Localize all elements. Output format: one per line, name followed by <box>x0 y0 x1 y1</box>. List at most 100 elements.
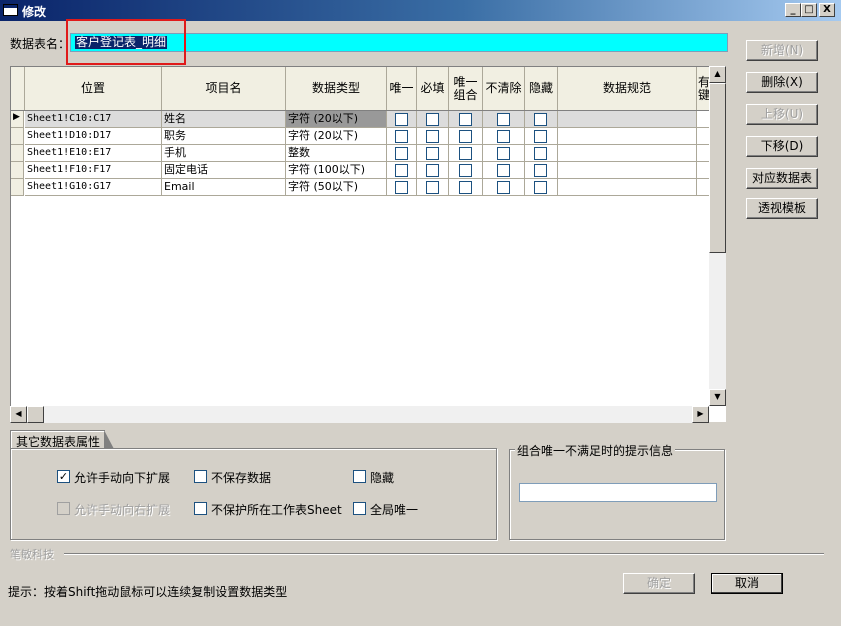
required-checkbox[interactable] <box>426 113 439 126</box>
required-checkbox[interactable] <box>426 147 439 160</box>
scroll-left-icon[interactable]: ◀ <box>10 406 27 423</box>
close-button[interactable]: X <box>819 3 835 17</box>
unique-combo-checkbox[interactable] <box>459 147 472 160</box>
cell-data-spec[interactable] <box>558 128 697 145</box>
table-row[interactable]: Sheet1!D10:D17 职务 字符 (20以下) <box>11 128 711 145</box>
row-header[interactable] <box>11 162 24 179</box>
hidden-checkbox[interactable] <box>534 147 547 160</box>
allow-right-checkbox[interactable] <box>57 502 70 515</box>
table-row[interactable]: Sheet1!E10:E17 手机 整数 <box>11 145 711 162</box>
no-save-label: 不保存数据 <box>211 471 272 485</box>
required-checkbox[interactable] <box>426 164 439 177</box>
cell-position[interactable]: Sheet1!E10:E17 <box>25 145 162 162</box>
cell-item-name[interactable]: 手机 <box>162 145 286 162</box>
combo-msg-input[interactable] <box>519 483 717 502</box>
scroll-right-icon[interactable]: ▶ <box>692 406 709 423</box>
map-table-button[interactable]: 对应数据表 <box>746 168 818 189</box>
table-row[interactable]: Sheet1!G10:G17 Email 字符 (50以下) <box>11 179 711 196</box>
hidden-checkbox[interactable] <box>534 130 547 143</box>
col-no-clear[interactable]: 不清除 <box>483 67 525 110</box>
cell-hidden <box>525 128 558 145</box>
no-clear-checkbox[interactable] <box>497 164 510 177</box>
no-clear-checkbox[interactable] <box>497 147 510 160</box>
fields-grid[interactable]: 位置 项目名 数据类型 唯一 必填 唯一组合 不清除 隐藏 数据规范 有键 ▶ S… <box>10 66 726 422</box>
required-checkbox[interactable] <box>426 181 439 194</box>
col-required[interactable]: 必填 <box>417 67 449 110</box>
grid-vertical-scrollbar[interactable]: ▲ ▼ <box>709 66 726 406</box>
unique-checkbox[interactable] <box>395 181 408 194</box>
hidden-checkbox[interactable] <box>534 113 547 126</box>
cell-position[interactable]: Sheet1!F10:F17 <box>25 162 162 179</box>
cell-item-name[interactable]: 职务 <box>162 128 286 145</box>
global-unique-checkbox[interactable] <box>353 502 366 515</box>
col-data-type[interactable]: 数据类型 <box>286 67 387 110</box>
maximize-button[interactable]: □ <box>801 3 817 17</box>
cell-required <box>417 128 449 145</box>
allow-down-checkbox[interactable]: ✓ <box>57 470 70 483</box>
unique-combo-checkbox[interactable] <box>459 113 472 126</box>
unique-combo-checkbox[interactable] <box>459 181 472 194</box>
no-clear-checkbox[interactable] <box>497 181 510 194</box>
cell-data-type[interactable]: 字符 (20以下) <box>286 111 387 128</box>
pivot-template-button[interactable]: 透视模板 <box>746 198 818 219</box>
col-data-spec[interactable]: 数据规范 <box>558 67 697 110</box>
props-tab[interactable]: 其它数据表属性 <box>10 430 114 449</box>
table-row[interactable]: Sheet1!F10:F17 固定电话 字符 (100以下) <box>11 162 711 179</box>
cell-data-type[interactable]: 字符 (50以下) <box>286 179 387 196</box>
window-title: 修改 <box>22 5 47 19</box>
cell-position[interactable]: Sheet1!G10:G17 <box>25 179 162 196</box>
row-header[interactable] <box>11 128 24 145</box>
vertical-scroll-thumb[interactable] <box>709 83 726 253</box>
required-checkbox[interactable] <box>426 130 439 143</box>
move-down-button[interactable]: 下移(D) <box>746 136 818 157</box>
col-unique-combo[interactable]: 唯一组合 <box>449 67 483 110</box>
cell-data-spec[interactable] <box>558 111 697 128</box>
row-pointer-icon: ▶ <box>13 112 20 122</box>
hidden-checkbox[interactable] <box>534 181 547 194</box>
cell-item-name[interactable]: Email <box>162 179 286 196</box>
col-position[interactable]: 位置 <box>25 67 162 110</box>
col-unique[interactable]: 唯一 <box>387 67 417 110</box>
unique-checkbox[interactable] <box>395 113 408 126</box>
unique-checkbox[interactable] <box>395 147 408 160</box>
cell-data-spec[interactable] <box>558 145 697 162</box>
unique-checkbox[interactable] <box>395 164 408 177</box>
cell-data-spec[interactable] <box>558 179 697 196</box>
delete-button[interactable]: 删除(X) <box>746 72 818 93</box>
cell-data-type[interactable]: 整数 <box>286 145 387 162</box>
cell-position[interactable]: Sheet1!D10:D17 <box>25 128 162 145</box>
grid-horizontal-scrollbar[interactable]: ◀ ▶ <box>10 406 709 423</box>
no-clear-checkbox[interactable] <box>497 113 510 126</box>
row-header[interactable]: ▶ <box>11 111 24 128</box>
unique-checkbox[interactable] <box>395 130 408 143</box>
table-row[interactable]: ▶ Sheet1!C10:C17 姓名 字符 (20以下) <box>11 111 711 128</box>
col-hidden[interactable]: 隐藏 <box>525 67 558 110</box>
scroll-up-icon[interactable]: ▲ <box>709 66 726 83</box>
cell-item-name[interactable]: 姓名 <box>162 111 286 128</box>
row-header[interactable] <box>11 145 24 162</box>
cancel-button[interactable]: 取消 <box>711 573 783 594</box>
cell-data-spec[interactable] <box>558 162 697 179</box>
move-up-button[interactable]: 上移(U) <box>746 104 818 125</box>
cell-data-type[interactable]: 字符 (100以下) <box>286 162 387 179</box>
no-clear-checkbox[interactable] <box>497 130 510 143</box>
no-protect-checkbox[interactable] <box>194 502 207 515</box>
table-name-label: 数据表名： <box>10 37 71 51</box>
hidden-checkbox[interactable] <box>534 164 547 177</box>
cell-data-type[interactable]: 字符 (20以下) <box>286 128 387 145</box>
add-button[interactable]: 新增(N) <box>746 40 818 61</box>
hidden-checkbox[interactable] <box>353 470 366 483</box>
unique-combo-checkbox[interactable] <box>459 130 472 143</box>
ok-button[interactable]: 确定 <box>623 573 695 594</box>
horizontal-scroll-thumb[interactable] <box>27 406 44 423</box>
no-save-checkbox[interactable] <box>194 470 207 483</box>
cell-required <box>417 162 449 179</box>
cell-position[interactable]: Sheet1!C10:C17 <box>25 111 162 128</box>
cell-no-clear <box>483 111 525 128</box>
minimize-button[interactable]: _ <box>785 3 801 17</box>
cell-item-name[interactable]: 固定电话 <box>162 162 286 179</box>
row-header[interactable] <box>11 179 24 196</box>
scroll-down-icon[interactable]: ▼ <box>709 389 726 406</box>
col-item-name[interactable]: 项目名 <box>162 67 286 110</box>
unique-combo-checkbox[interactable] <box>459 164 472 177</box>
